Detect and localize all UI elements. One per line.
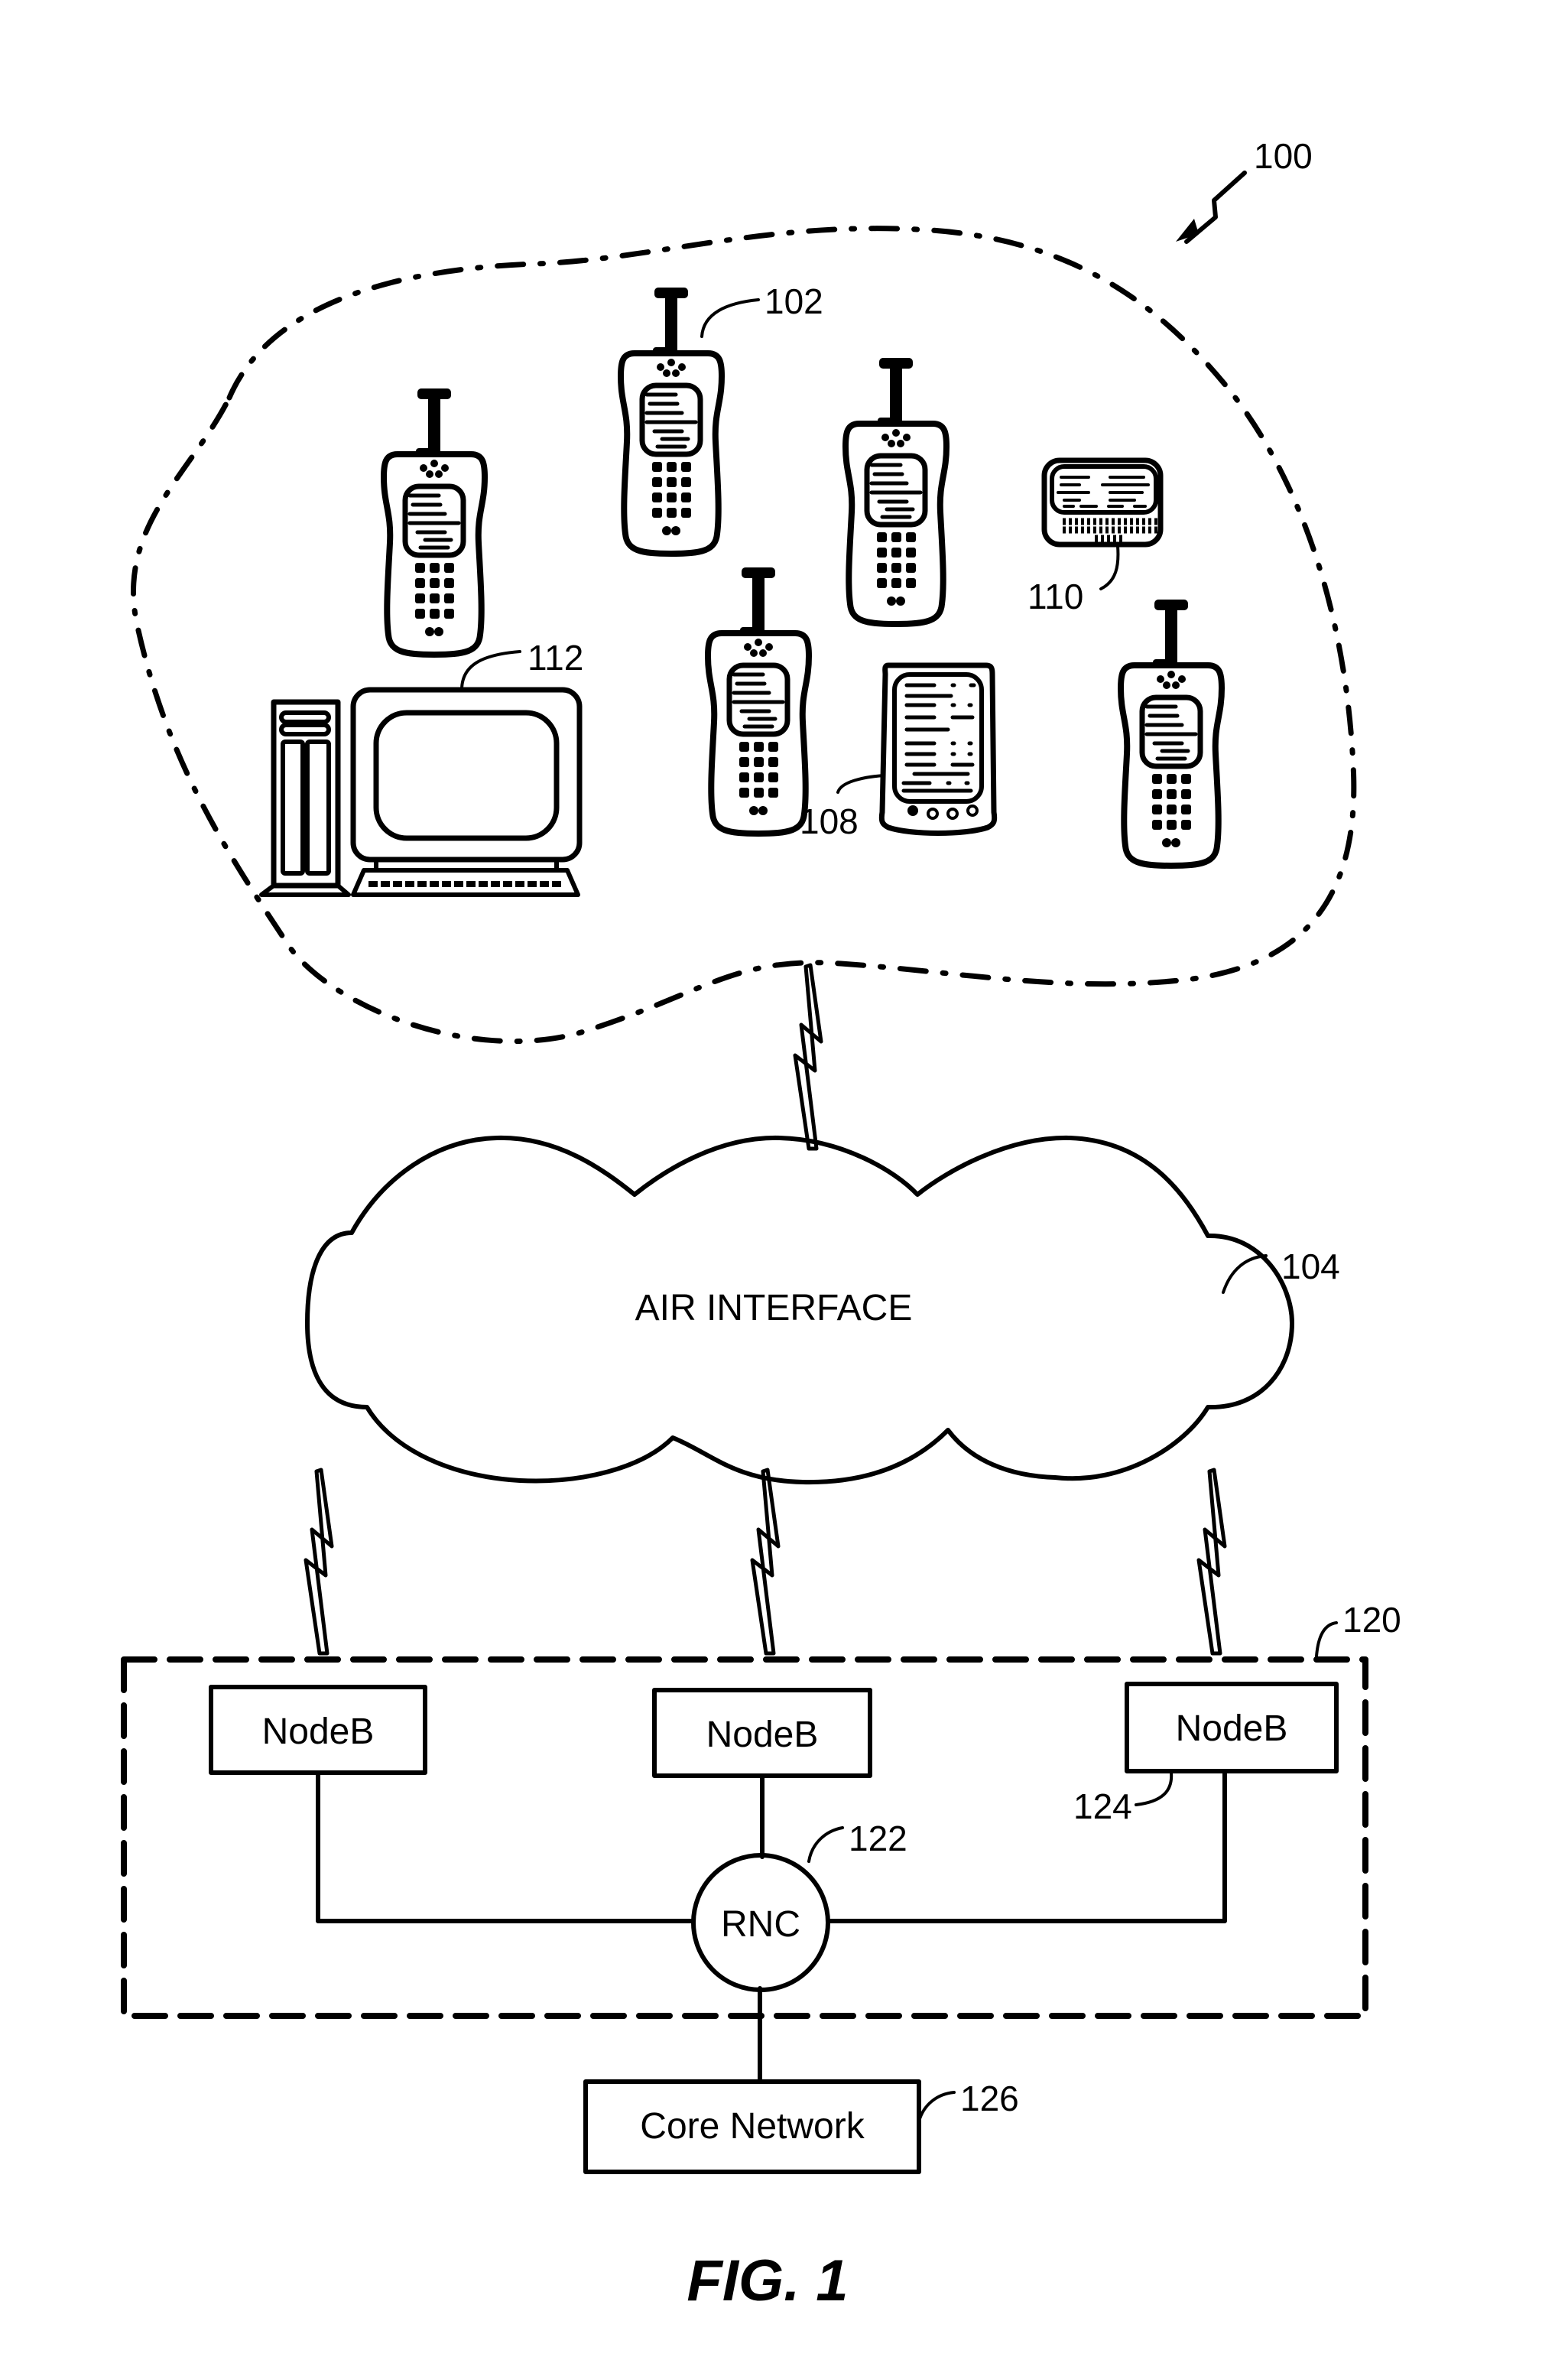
leader-line-112	[460, 650, 521, 691]
wireless-link-icon	[795, 965, 821, 1149]
ref-label-100: 100	[1254, 136, 1313, 176]
nodeb-label: NodeB	[1176, 1708, 1288, 1749]
mobile-phone	[846, 358, 946, 624]
ref-label-102: 102	[765, 281, 823, 321]
leader-line-124	[1135, 1771, 1174, 1806]
mobile-phone	[708, 567, 809, 834]
ref-label-126: 126	[960, 2079, 1019, 2118]
core-network-label: Core Network	[640, 2106, 865, 2147]
ref-label-110: 110	[1027, 577, 1083, 616]
leader-line-122	[807, 1826, 844, 1863]
ref-label-112: 112	[528, 638, 583, 678]
figure-caption: FIG. 1	[687, 2248, 848, 2313]
mobile-phone	[1121, 600, 1222, 866]
leader-line-108	[836, 774, 885, 794]
core-network-node: Core Network	[583, 2079, 921, 2174]
nodeb-1: NodeB	[209, 1685, 427, 1775]
ref-label-104: 104	[1281, 1247, 1340, 1286]
leader-line-104	[1222, 1254, 1268, 1294]
ref-label-108: 108	[800, 801, 859, 841]
rnc-label: RNC	[721, 1904, 800, 1945]
ref-label-120: 120	[1342, 1600, 1401, 1640]
mobile-phone	[621, 288, 722, 554]
nodeb-label: NodeB	[262, 1711, 375, 1752]
nodeb-3: NodeB	[1125, 1682, 1339, 1773]
air-interface-label: AIR INTERFACE	[635, 1288, 913, 1328]
leader-line-110	[1099, 544, 1120, 590]
nodeb-2: NodeB	[652, 1688, 872, 1778]
rnc-node: RNC	[691, 1853, 830, 1992]
ref-label-124: 124	[1073, 1786, 1132, 1826]
patent-figure: 100 102 110 108 112 AIR INTERFACE 104 12…	[121, 136, 1401, 2313]
system-ref-100: 100	[1176, 136, 1313, 244]
wireless-link-icon	[1199, 1470, 1225, 1653]
wireless-link-icon	[306, 1470, 332, 1653]
mobile-phone	[384, 388, 485, 655]
leader-line-102	[700, 298, 760, 338]
wireless-link-icon	[752, 1470, 778, 1653]
leader-line-120	[1315, 1621, 1338, 1658]
pda	[878, 662, 998, 836]
leader-line-126	[917, 2091, 956, 2123]
pager	[1041, 457, 1164, 548]
desktop-computer	[259, 687, 583, 897]
ref-label-122: 122	[849, 1819, 907, 1858]
nodeb-label: NodeB	[706, 1715, 819, 1755]
